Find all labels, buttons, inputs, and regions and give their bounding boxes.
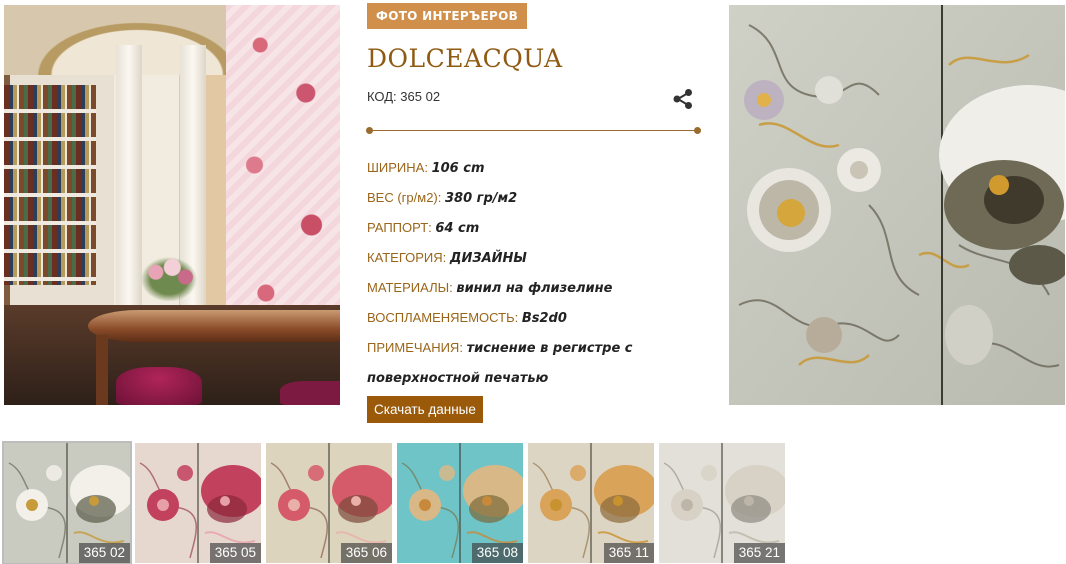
spec-value: винил на флизелине — [456, 281, 613, 296]
table-leg — [96, 335, 108, 405]
spec-value: 380 гр/м2 — [445, 191, 518, 206]
spec-value: Bs2d0 — [521, 311, 567, 326]
spec-row-flammability: ВОСПЛАМЕНЯЕМОСТЬ: Bs2d0 — [367, 303, 667, 333]
flower-vase — [136, 253, 202, 301]
thumbnail-seam — [197, 443, 199, 563]
pattern-swatch — [729, 5, 1065, 405]
share-icon[interactable] — [672, 88, 694, 110]
spec-row-repeat: РАППОРТ: 64 cm — [367, 213, 667, 243]
thumbnail-seam — [328, 443, 330, 563]
spec-label: МАТЕРИАЛЫ: — [367, 280, 453, 295]
interior-photo — [4, 5, 340, 405]
spec-row-width: ШИРИНА: 106 cm — [367, 153, 667, 183]
spec-row-materials: МАТЕРИАЛЫ: винил на флизелине — [367, 273, 667, 303]
spec-label: ШИРИНА: — [367, 160, 428, 175]
thumbnail[interactable]: 365 02 — [4, 443, 130, 563]
spec-value: 64 cm — [435, 221, 480, 236]
thumbnail-code: 365 02 — [78, 543, 130, 563]
interior-photos-badge[interactable]: ФОТО ИНТЕРЪЕРОВ — [367, 3, 528, 29]
spec-value: 106 cm — [431, 161, 485, 176]
spec-row-category: КАТЕГОРИЯ: ДИЗАЙНЫ — [367, 243, 667, 273]
code-value: 365 02 — [400, 89, 441, 104]
spec-label: КАТЕГОРИЯ: — [367, 250, 447, 265]
spec-label: РАППОРТ: — [367, 220, 432, 235]
product-title: DOLCEACQUA — [367, 44, 563, 73]
table — [88, 310, 340, 342]
spec-label: ВОСПЛАМЕНЯЕМОСТЬ: — [367, 310, 519, 325]
thumbnail-seam — [459, 443, 461, 563]
thumbnail[interactable]: 365 21 — [659, 443, 785, 563]
spec-label: ВЕС (гр/м2): — [367, 190, 442, 205]
download-data-button[interactable]: Скачать данные — [367, 396, 483, 423]
thumbnail[interactable]: 365 11 — [528, 443, 654, 563]
spec-row-notes: ПРИМЕЧАНИЯ: тиснение в регистре с поверх… — [367, 333, 667, 393]
thumbnail-code: 365 11 — [603, 543, 654, 563]
product-code: КОД: 365 02 — [367, 89, 440, 104]
thumbnail[interactable]: 365 08 — [397, 443, 523, 563]
spec-value: ДИЗАЙНЫ — [449, 251, 527, 266]
divider — [366, 127, 701, 134]
thumbnail[interactable]: 365 06 — [266, 443, 392, 563]
spec-row-weight: ВЕС (гр/м2): 380 гр/м2 — [367, 183, 667, 213]
bookshelves — [4, 85, 96, 285]
floral-pattern — [729, 5, 1065, 405]
spec-list: ШИРИНА: 106 cm ВЕС (гр/м2): 380 гр/м2 РА… — [367, 153, 667, 393]
thumbnail[interactable]: 365 05 — [135, 443, 261, 563]
code-label: КОД: — [367, 89, 397, 104]
thumbnail-seam — [590, 443, 592, 563]
thumbnail-seam — [721, 443, 723, 563]
thumbnail-code: 365 06 — [340, 543, 392, 563]
stool — [280, 381, 340, 405]
thumbnail-code: 365 05 — [209, 543, 261, 563]
thumbnail-code: 365 08 — [471, 543, 523, 563]
spec-label: ПРИМЕЧАНИЯ: — [367, 340, 463, 355]
thumbnail-code: 365 21 — [733, 543, 785, 563]
stool — [116, 367, 202, 405]
thumbnail-seam — [66, 443, 68, 563]
